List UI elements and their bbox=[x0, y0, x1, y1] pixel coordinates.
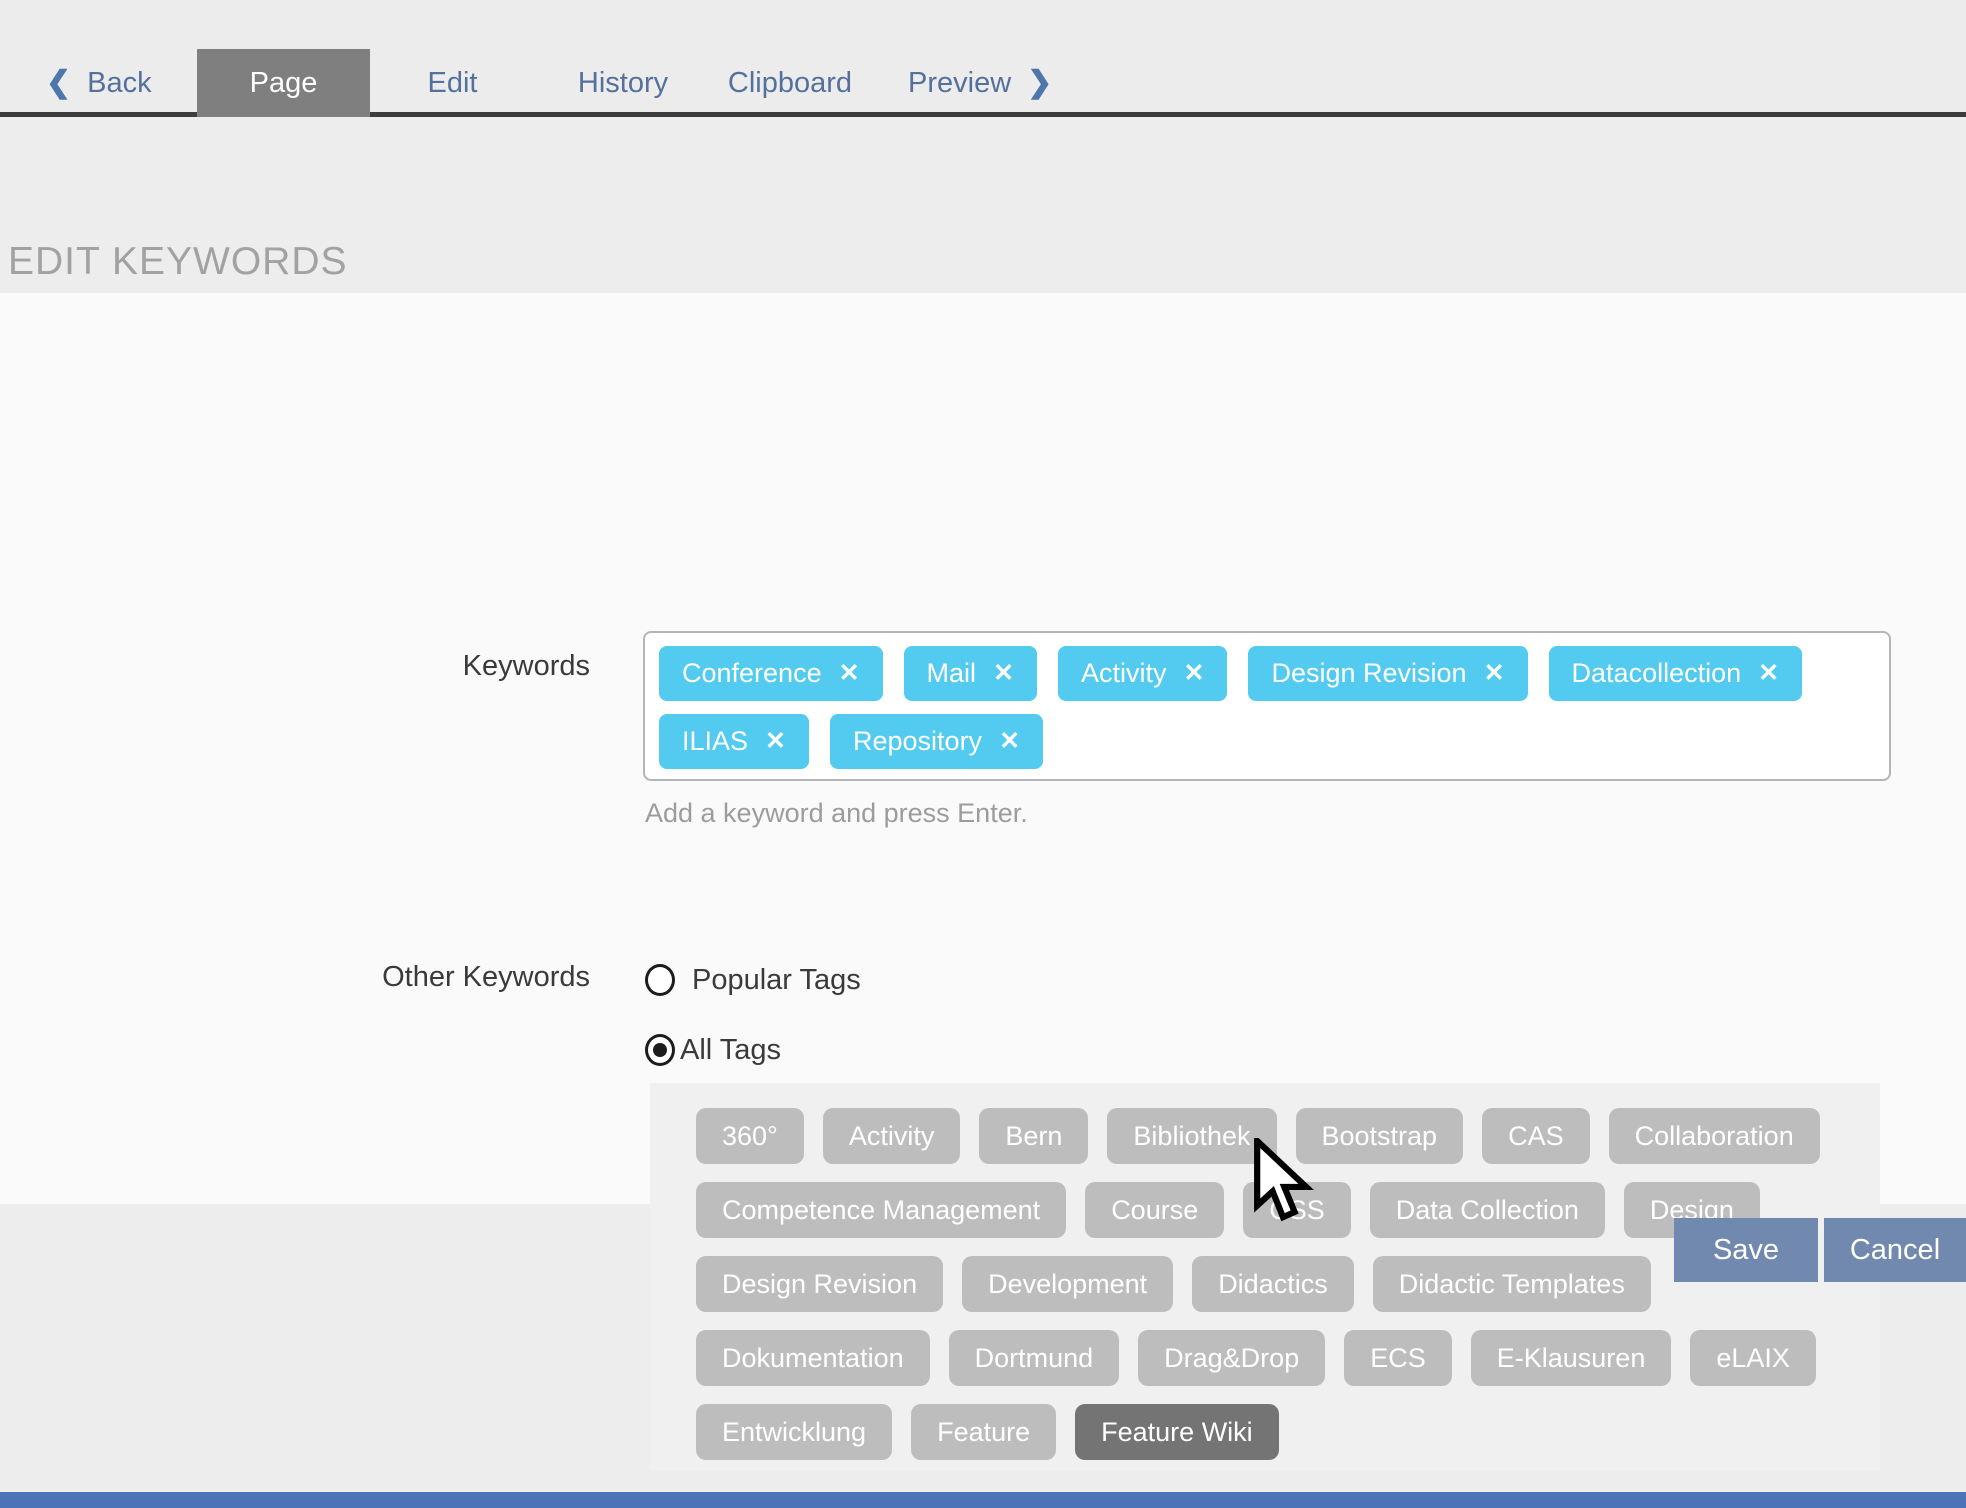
remove-keyword-icon[interactable]: ✕ bbox=[993, 661, 1014, 686]
tag-cloud-item[interactable]: Dortmund bbox=[949, 1330, 1120, 1386]
tag-cloud-item[interactable]: Design Revision bbox=[696, 1256, 943, 1312]
remove-keyword-icon[interactable]: ✕ bbox=[765, 729, 786, 754]
keywords-help-text: Add a keyword and press Enter. bbox=[645, 798, 1028, 829]
keyword-tag[interactable]: Datacollection ✕ bbox=[1549, 646, 1803, 701]
radio-button-icon[interactable] bbox=[645, 1034, 675, 1066]
keyword-tag[interactable]: ILIAS ✕ bbox=[659, 714, 809, 769]
back-button[interactable]: ❮ Back bbox=[46, 49, 152, 117]
keyword-row: Conference✕Mail✕Activity✕Design Revision… bbox=[659, 646, 1875, 701]
tag-cloud-item[interactable]: Didactic Templates bbox=[1373, 1256, 1651, 1312]
footer-accent-bar bbox=[0, 1492, 1966, 1508]
remove-keyword-icon[interactable]: ✕ bbox=[1758, 661, 1779, 686]
keyword-tag-label: Design Revision bbox=[1271, 658, 1466, 689]
tab-page-label: Page bbox=[250, 67, 318, 100]
keyword-tag[interactable]: Design Revision ✕ bbox=[1248, 646, 1527, 701]
top-navbar: ❮ Back Page Edit History Clipboard Previ… bbox=[0, 0, 1966, 117]
back-label: Back bbox=[87, 67, 151, 100]
remove-keyword-icon[interactable]: ✕ bbox=[999, 729, 1020, 754]
keyword-tag-label: Activity bbox=[1081, 658, 1167, 689]
chevron-left-icon: ❮ bbox=[46, 68, 71, 98]
remove-keyword-icon[interactable]: ✕ bbox=[1184, 661, 1205, 686]
form-panel: Keywords Conference✕Mail✕Activity✕Design… bbox=[0, 293, 1966, 1204]
keywords-label: Keywords bbox=[0, 650, 590, 683]
preview-label: Preview bbox=[908, 67, 1011, 100]
tab-page[interactable]: Page bbox=[197, 49, 370, 117]
tag-cloud-item[interactable]: Dokumentation bbox=[696, 1330, 930, 1386]
remove-keyword-icon[interactable]: ✕ bbox=[839, 661, 860, 686]
tag-cloud-item[interactable]: Bootstrap bbox=[1296, 1108, 1464, 1164]
tag-cloud-item[interactable]: 360° bbox=[696, 1108, 804, 1164]
radio-all-tags-label: All Tags bbox=[680, 1034, 781, 1067]
tab-history-label: History bbox=[578, 67, 668, 100]
other-keywords-label: Other Keywords bbox=[0, 961, 590, 994]
tag-cloud-row: Entwicklung Feature Feature Wiki bbox=[696, 1404, 1860, 1460]
tag-cloud-item[interactable]: Course bbox=[1085, 1182, 1224, 1238]
keyword-row: ILIAS ✕ Repository ✕ bbox=[659, 714, 1875, 769]
tag-cloud-item[interactable]: E-Klausuren bbox=[1471, 1330, 1672, 1386]
tag-cloud-item[interactable]: Development bbox=[962, 1256, 1173, 1312]
tag-cloud-item[interactable]: Data Collection bbox=[1370, 1182, 1605, 1238]
save-button[interactable]: Save bbox=[1674, 1218, 1818, 1282]
page-root: ❮ Back Page Edit History Clipboard Previ… bbox=[0, 0, 1966, 1508]
keyword-tag-label: Repository bbox=[853, 726, 982, 757]
keyword-tag[interactable]: Repository ✕ bbox=[830, 714, 1043, 769]
tag-cloud-item[interactable]: ECS bbox=[1344, 1330, 1452, 1386]
page-title: EDIT KEYWORDS bbox=[8, 240, 348, 284]
cancel-button[interactable]: Cancel bbox=[1824, 1218, 1966, 1282]
keyword-tag-label: ILIAS bbox=[682, 726, 748, 757]
tag-cloud-item[interactable]: CAS bbox=[1482, 1108, 1590, 1164]
keywords-input-field[interactable]: Conference✕Mail✕Activity✕Design Revision… bbox=[643, 631, 1891, 781]
keyword-tag[interactable]: Activity ✕ bbox=[1058, 646, 1227, 701]
tab-edit[interactable]: Edit bbox=[415, 49, 490, 117]
keyword-tag-label: Mail bbox=[927, 658, 977, 689]
keyword-tag[interactable]: Conference ✕ bbox=[659, 646, 883, 701]
tag-cloud-item[interactable]: Feature Wiki bbox=[1075, 1404, 1279, 1460]
tag-cloud-item[interactable]: Competence Management bbox=[696, 1182, 1066, 1238]
tag-cloud-item[interactable]: Entwicklung bbox=[696, 1404, 892, 1460]
tag-cloud-row: 360° Activity Bern Bibliothek Bootstrap CAS Co… bbox=[696, 1108, 1860, 1164]
tag-cloud-item[interactable]: Feature bbox=[911, 1404, 1056, 1460]
tag-cloud-item[interactable]: Didactics bbox=[1192, 1256, 1354, 1312]
tag-cloud-item[interactable]: Activity bbox=[823, 1108, 961, 1164]
radio-popular-tags[interactable]: Popular Tags bbox=[645, 963, 861, 997]
radio-all-tags[interactable]: All Tags bbox=[645, 1033, 781, 1067]
keyword-tag-label: Datacollection bbox=[1572, 658, 1742, 689]
tag-cloud-row: Dokumentation Dortmund Drag&Drop ECS E-Klaus… bbox=[696, 1330, 1860, 1386]
radio-button-icon[interactable] bbox=[645, 964, 675, 996]
tag-cloud-item[interactable]: Collaboration bbox=[1609, 1108, 1820, 1164]
remove-keyword-icon[interactable]: ✕ bbox=[1484, 661, 1505, 686]
radio-popular-tags-label: Popular Tags bbox=[692, 964, 861, 997]
tag-cloud-item[interactable]: Drag&Drop bbox=[1138, 1330, 1325, 1386]
tag-cloud-item[interactable]: CSS bbox=[1243, 1182, 1351, 1238]
keyword-tag[interactable]: Mail ✕ bbox=[904, 646, 1037, 701]
tag-cloud-item[interactable]: eLAIX bbox=[1690, 1330, 1816, 1386]
nav-row: ❮ Back Page Edit History Clipboard Previ… bbox=[0, 49, 1966, 117]
chevron-right-icon: ❯ bbox=[1027, 68, 1052, 98]
tag-cloud-item[interactable]: Bern bbox=[979, 1108, 1088, 1164]
tab-edit-label: Edit bbox=[428, 67, 478, 100]
tab-clipboard[interactable]: Clipboard bbox=[720, 49, 860, 117]
preview-button[interactable]: Preview ❯ bbox=[908, 49, 1052, 117]
tab-history[interactable]: History bbox=[568, 49, 678, 117]
keyword-tag-label: Conference bbox=[682, 658, 822, 689]
tab-clipboard-label: Clipboard bbox=[728, 67, 852, 100]
tag-cloud-item[interactable]: Bibliothek bbox=[1107, 1108, 1276, 1164]
